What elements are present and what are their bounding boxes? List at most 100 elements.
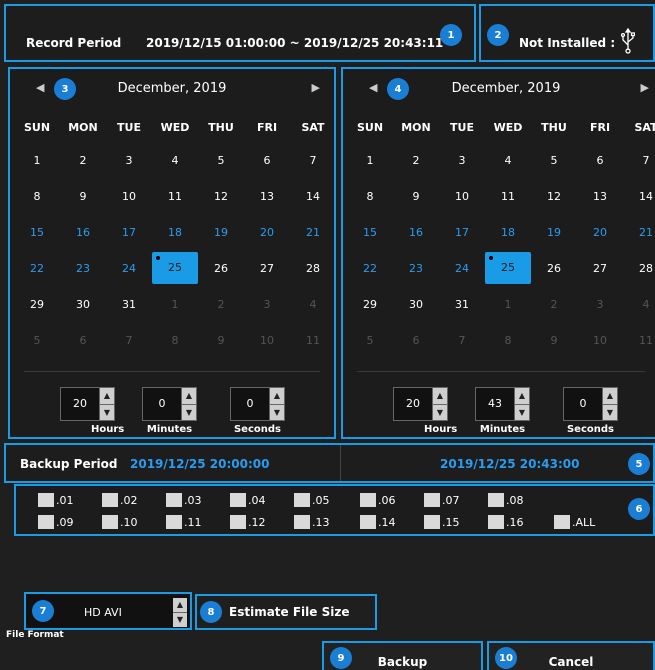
calendar-day[interactable]: 21 bbox=[290, 226, 336, 239]
seconds-stepper[interactable]: 0 ▲ ▼ Seconds bbox=[563, 387, 618, 435]
calendar-day[interactable]: 8 bbox=[14, 190, 60, 203]
channel-checkbox[interactable]: .06 bbox=[360, 493, 396, 507]
channel-checkbox[interactable]: .01 bbox=[38, 493, 74, 507]
calendar-day[interactable]: 8 bbox=[485, 334, 531, 347]
checkbox-icon[interactable] bbox=[38, 515, 54, 529]
calendar-day[interactable]: 6 bbox=[393, 334, 439, 347]
calendar-day[interactable]: 11 bbox=[485, 190, 531, 203]
calendar-day[interactable]: 9 bbox=[198, 334, 244, 347]
calendar-day[interactable]: 26 bbox=[531, 262, 577, 275]
calendar-day[interactable]: 28 bbox=[290, 262, 336, 275]
channel-checkbox[interactable]: .03 bbox=[166, 493, 202, 507]
calendar-day[interactable]: 31 bbox=[439, 298, 485, 311]
calendar-day[interactable]: 6 bbox=[244, 154, 290, 167]
estimate-file-size-button[interactable]: 8 Estimate File Size bbox=[195, 594, 377, 630]
calendar-day[interactable]: 22 bbox=[14, 262, 60, 275]
decrement-down-icon[interactable]: ▼ bbox=[603, 403, 617, 420]
calendar-day[interactable]: 7 bbox=[106, 334, 152, 347]
calendar-day[interactable]: 14 bbox=[623, 190, 655, 203]
calendar-day[interactable]: 5 bbox=[531, 154, 577, 167]
calendar-day[interactable]: 13 bbox=[244, 190, 290, 203]
calendar-day[interactable]: 6 bbox=[577, 154, 623, 167]
calendar-day[interactable]: 2 bbox=[531, 298, 577, 311]
calendar-day[interactable]: 8 bbox=[347, 190, 393, 203]
increment-up-icon[interactable]: ▲ bbox=[603, 388, 617, 404]
checkbox-icon[interactable] bbox=[166, 515, 182, 529]
decrement-down-icon[interactable]: ▼ bbox=[515, 403, 529, 420]
channel-checkbox[interactable]: .05 bbox=[294, 493, 330, 507]
calendar-day[interactable]: 10 bbox=[106, 190, 152, 203]
channel-checkbox[interactable]: .15 bbox=[424, 515, 460, 529]
calendar-day[interactable]: 20 bbox=[577, 226, 623, 239]
channel-checkbox[interactable]: .02 bbox=[102, 493, 138, 507]
checkbox-icon[interactable] bbox=[424, 515, 440, 529]
calendar-day[interactable]: 19 bbox=[198, 226, 244, 239]
backup-button[interactable]: 9 Backup bbox=[322, 641, 483, 670]
minutes-stepper[interactable]: 0 ▲ ▼ Minutes bbox=[142, 387, 197, 435]
calendar-day[interactable]: 11 bbox=[152, 190, 198, 203]
calendar-day[interactable]: 7 bbox=[290, 154, 336, 167]
channel-checkbox[interactable]: .16 bbox=[488, 515, 524, 529]
calendar-day[interactable]: 15 bbox=[14, 226, 60, 239]
calendar-day[interactable]: 25 bbox=[485, 252, 531, 284]
calendar-day[interactable]: 26 bbox=[198, 262, 244, 275]
calendar-day[interactable]: 2 bbox=[198, 298, 244, 311]
checkbox-icon[interactable] bbox=[294, 515, 310, 529]
cancel-button[interactable]: 10 Cancel bbox=[487, 641, 655, 670]
calendar-day[interactable]: 29 bbox=[14, 298, 60, 311]
calendar-day[interactable]: 20 bbox=[244, 226, 290, 239]
calendar-day[interactable]: 16 bbox=[393, 226, 439, 239]
calendar-day[interactable]: 3 bbox=[106, 154, 152, 167]
calendar-day[interactable]: 21 bbox=[623, 226, 655, 239]
calendar-day[interactable]: 18 bbox=[485, 226, 531, 239]
calendar-day[interactable]: 9 bbox=[60, 190, 106, 203]
calendar-day[interactable]: 4 bbox=[623, 298, 655, 311]
calendar-day[interactable]: 3 bbox=[439, 154, 485, 167]
calendar-day[interactable]: 29 bbox=[347, 298, 393, 311]
checkbox-icon[interactable] bbox=[102, 515, 118, 529]
calendar-day[interactable]: 6 bbox=[60, 334, 106, 347]
calendar-day[interactable]: 12 bbox=[198, 190, 244, 203]
increment-up-icon[interactable]: ▲ bbox=[515, 388, 529, 404]
channel-checkbox[interactable]: .08 bbox=[488, 493, 524, 507]
checkbox-icon[interactable] bbox=[294, 493, 310, 507]
calendar-day[interactable]: 7 bbox=[623, 154, 655, 167]
calendar-day[interactable]: 13 bbox=[577, 190, 623, 203]
seconds-stepper[interactable]: 0 ▲ ▼ Seconds bbox=[230, 387, 285, 435]
hours-stepper[interactable]: 20 ▲ ▼ Hours bbox=[393, 387, 457, 435]
decrement-down-icon[interactable]: ▼ bbox=[270, 403, 284, 420]
calendar-day[interactable]: 2 bbox=[60, 154, 106, 167]
calendar-day[interactable]: 1 bbox=[152, 298, 198, 311]
calendar-day[interactable]: 24 bbox=[106, 262, 152, 275]
channel-checkbox[interactable]: .04 bbox=[230, 493, 266, 507]
decrement-down-icon[interactable]: ▼ bbox=[100, 403, 114, 420]
calendar-day[interactable]: 3 bbox=[577, 298, 623, 311]
channel-checkbox[interactable]: .12 bbox=[230, 515, 266, 529]
calendar-day[interactable]: 30 bbox=[393, 298, 439, 311]
file-format-select[interactable]: 7 HD AVI ▲ ▼ bbox=[24, 592, 192, 630]
calendar-day[interactable]: 30 bbox=[60, 298, 106, 311]
increment-up-icon[interactable]: ▲ bbox=[173, 598, 187, 612]
calendar-day[interactable]: 9 bbox=[531, 334, 577, 347]
increment-up-icon[interactable]: ▲ bbox=[270, 388, 284, 404]
checkbox-icon[interactable] bbox=[488, 493, 504, 507]
checkbox-icon[interactable] bbox=[166, 493, 182, 507]
calendar-day[interactable]: 25 bbox=[152, 252, 198, 284]
hours-stepper[interactable]: 20 ▲ ▼ Hours bbox=[60, 387, 124, 435]
calendar-day[interactable]: 31 bbox=[106, 298, 152, 311]
calendar-day[interactable]: 23 bbox=[393, 262, 439, 275]
minutes-stepper[interactable]: 43 ▲ ▼ Minutes bbox=[475, 387, 530, 435]
checkbox-icon[interactable] bbox=[230, 515, 246, 529]
calendar-day[interactable]: 16 bbox=[60, 226, 106, 239]
calendar-day[interactable]: 11 bbox=[623, 334, 655, 347]
calendar-day[interactable]: 1 bbox=[14, 154, 60, 167]
calendar-day[interactable]: 5 bbox=[347, 334, 393, 347]
calendar-day[interactable]: 4 bbox=[290, 298, 336, 311]
checkbox-icon[interactable] bbox=[554, 515, 570, 529]
decrement-down-icon[interactable]: ▼ bbox=[173, 612, 187, 627]
channel-checkbox[interactable]: .13 bbox=[294, 515, 330, 529]
increment-up-icon[interactable]: ▲ bbox=[100, 388, 114, 404]
calendar-day[interactable]: 10 bbox=[577, 334, 623, 347]
calendar-day[interactable]: 9 bbox=[393, 190, 439, 203]
calendar-day[interactable]: 11 bbox=[290, 334, 336, 347]
